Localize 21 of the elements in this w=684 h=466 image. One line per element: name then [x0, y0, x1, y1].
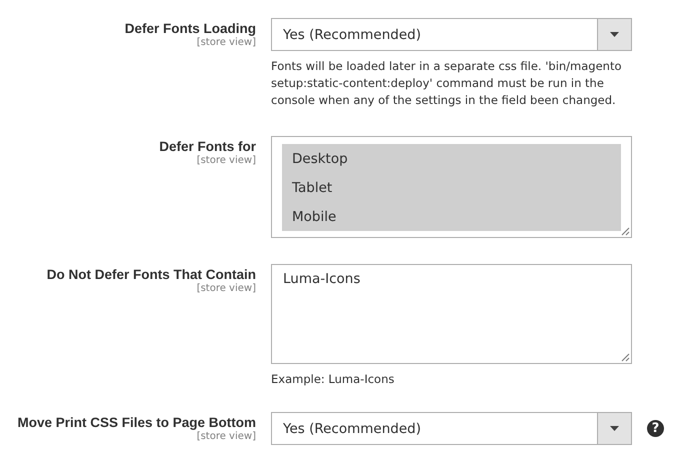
list-option[interactable]: Mobile — [282, 202, 621, 231]
dropdown[interactable]: Yes (Recommended) — [271, 18, 632, 51]
scope-label: [store view] — [196, 431, 256, 442]
field-note: Example: Luma-Icons — [271, 371, 396, 388]
text-area[interactable]: Luma-Icons — [271, 264, 632, 364]
field-label: Move Print CSS Files to Page Bottom — [17, 415, 256, 430]
caret-icon — [610, 426, 619, 431]
field-note: Fonts will be loaded later in a separate css file. 'bin/magento setup:static-content:deploy' command must be run in the console when any of the settings in the field been changed. — [271, 58, 623, 109]
list-option[interactable]: Desktop — [282, 144, 621, 173]
help-icon[interactable]: ? — [647, 420, 664, 437]
field-label: Defer Fonts for — [159, 139, 256, 154]
dropdown[interactable]: Yes (Recommended) — [271, 412, 632, 445]
list-option[interactable]: Tablet — [282, 173, 621, 202]
scope-label: [store view] — [196, 155, 256, 166]
scope-label: [store view] — [196, 283, 256, 294]
resize-grip-icon[interactable] — [620, 352, 630, 362]
scope-label: [store view] — [196, 37, 256, 48]
field-label: Defer Fonts Loading — [124, 21, 256, 36]
caret-icon — [610, 32, 619, 37]
field-label: Do Not Defer Fonts That Contain — [46, 267, 256, 282]
resize-grip-icon[interactable] — [620, 226, 630, 236]
